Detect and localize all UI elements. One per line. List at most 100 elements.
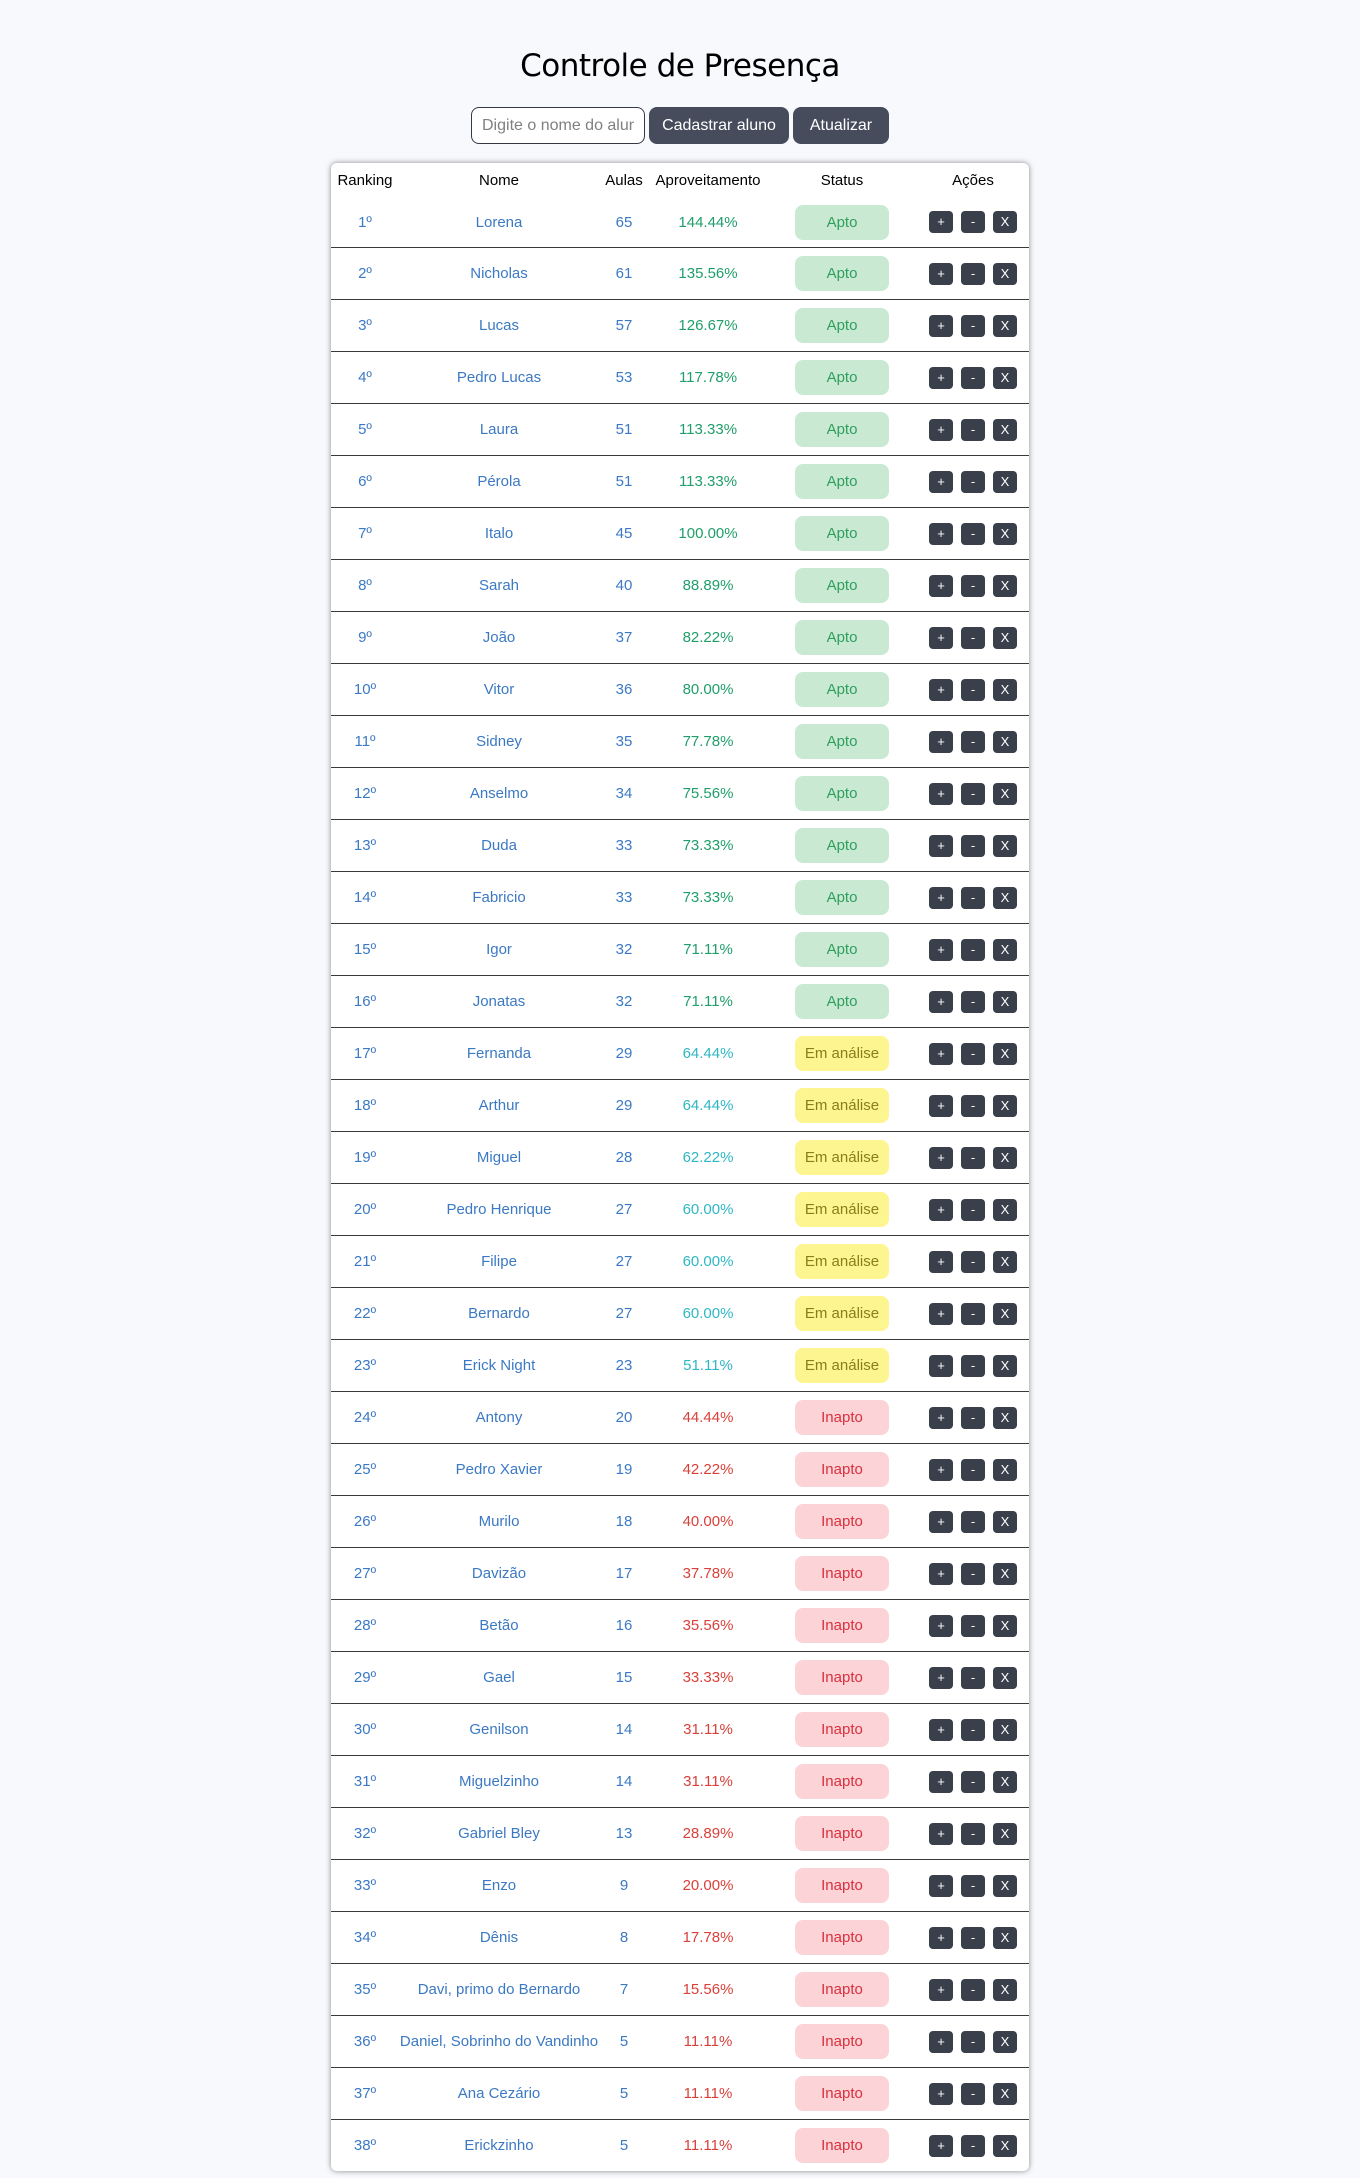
remove-class-button[interactable]: - (961, 730, 985, 753)
delete-student-button[interactable]: X (993, 1562, 1017, 1585)
remove-class-button[interactable]: - (961, 1874, 985, 1897)
remove-class-button[interactable]: - (961, 2030, 985, 2053)
remove-class-button[interactable]: - (961, 211, 985, 233)
delete-student-button[interactable]: X (993, 211, 1017, 233)
refresh-button[interactable]: Atualizar (793, 107, 889, 144)
remove-class-button[interactable]: - (961, 1458, 985, 1481)
delete-student-button[interactable]: X (993, 1302, 1017, 1325)
delete-student-button[interactable]: X (993, 938, 1017, 961)
remove-class-button[interactable]: - (961, 418, 985, 441)
delete-student-button[interactable]: X (993, 1874, 1017, 1897)
delete-student-button[interactable]: X (993, 522, 1017, 545)
remove-class-button[interactable]: - (961, 470, 985, 493)
add-class-button[interactable]: + (929, 782, 953, 805)
remove-class-button[interactable]: - (961, 1770, 985, 1793)
delete-student-button[interactable]: X (993, 782, 1017, 805)
add-class-button[interactable]: + (929, 1042, 953, 1065)
add-class-button[interactable]: + (929, 1926, 953, 1949)
add-class-button[interactable]: + (929, 938, 953, 961)
remove-class-button[interactable]: - (961, 1042, 985, 1065)
add-class-button[interactable]: + (929, 1094, 953, 1117)
remove-class-button[interactable]: - (961, 834, 985, 857)
delete-student-button[interactable]: X (993, 1510, 1017, 1533)
remove-class-button[interactable]: - (961, 1718, 985, 1741)
add-class-button[interactable]: + (929, 1770, 953, 1793)
add-class-button[interactable]: + (929, 1458, 953, 1481)
add-class-button[interactable]: + (929, 990, 953, 1013)
delete-student-button[interactable]: X (993, 2030, 1017, 2053)
delete-student-button[interactable]: X (993, 1354, 1017, 1377)
remove-class-button[interactable]: - (961, 574, 985, 597)
add-class-button[interactable]: + (929, 1562, 953, 1585)
delete-student-button[interactable]: X (993, 1614, 1017, 1637)
remove-class-button[interactable]: - (961, 2134, 985, 2157)
remove-class-button[interactable]: - (961, 1510, 985, 1533)
remove-class-button[interactable]: - (961, 2082, 985, 2105)
remove-class-button[interactable]: - (961, 886, 985, 909)
add-class-button[interactable]: + (929, 314, 953, 337)
add-class-button[interactable]: + (929, 2030, 953, 2053)
remove-class-button[interactable]: - (961, 1406, 985, 1429)
remove-class-button[interactable]: - (961, 626, 985, 649)
remove-class-button[interactable]: - (961, 1094, 985, 1117)
add-class-button[interactable]: + (929, 366, 953, 389)
add-class-button[interactable]: + (929, 886, 953, 909)
remove-class-button[interactable]: - (961, 314, 985, 337)
delete-student-button[interactable]: X (993, 626, 1017, 649)
delete-student-button[interactable]: X (993, 886, 1017, 909)
delete-student-button[interactable]: X (993, 1978, 1017, 2001)
delete-student-button[interactable]: X (993, 366, 1017, 389)
delete-student-button[interactable]: X (993, 1666, 1017, 1689)
add-class-button[interactable]: + (929, 574, 953, 597)
add-class-button[interactable]: + (929, 211, 953, 233)
add-class-button[interactable]: + (929, 262, 953, 285)
delete-student-button[interactable]: X (993, 730, 1017, 753)
remove-class-button[interactable]: - (961, 1250, 985, 1273)
delete-student-button[interactable]: X (993, 470, 1017, 493)
remove-class-button[interactable]: - (961, 678, 985, 701)
delete-student-button[interactable]: X (993, 574, 1017, 597)
add-class-button[interactable]: + (929, 1198, 953, 1221)
add-class-button[interactable]: + (929, 418, 953, 441)
add-class-button[interactable]: + (929, 1666, 953, 1689)
delete-student-button[interactable]: X (993, 1198, 1017, 1221)
add-class-button[interactable]: + (929, 2134, 953, 2157)
delete-student-button[interactable]: X (993, 1926, 1017, 1949)
add-class-button[interactable]: + (929, 1406, 953, 1429)
add-class-button[interactable]: + (929, 834, 953, 857)
delete-student-button[interactable]: X (993, 1458, 1017, 1481)
remove-class-button[interactable]: - (961, 938, 985, 961)
add-class-button[interactable]: + (929, 1146, 953, 1169)
student-name-input[interactable] (471, 107, 645, 144)
register-student-button[interactable]: Cadastrar aluno (649, 107, 789, 144)
delete-student-button[interactable]: X (993, 1250, 1017, 1273)
delete-student-button[interactable]: X (993, 834, 1017, 857)
add-class-button[interactable]: + (929, 2082, 953, 2105)
delete-student-button[interactable]: X (993, 1042, 1017, 1065)
remove-class-button[interactable]: - (961, 366, 985, 389)
remove-class-button[interactable]: - (961, 782, 985, 805)
delete-student-button[interactable]: X (993, 1146, 1017, 1169)
delete-student-button[interactable]: X (993, 1770, 1017, 1793)
remove-class-button[interactable]: - (961, 1146, 985, 1169)
remove-class-button[interactable]: - (961, 522, 985, 545)
remove-class-button[interactable]: - (961, 1302, 985, 1325)
delete-student-button[interactable]: X (993, 314, 1017, 337)
add-class-button[interactable]: + (929, 678, 953, 701)
remove-class-button[interactable]: - (961, 1562, 985, 1585)
delete-student-button[interactable]: X (993, 1718, 1017, 1741)
remove-class-button[interactable]: - (961, 1822, 985, 1845)
remove-class-button[interactable]: - (961, 1198, 985, 1221)
delete-student-button[interactable]: X (993, 1094, 1017, 1117)
add-class-button[interactable]: + (929, 1354, 953, 1377)
add-class-button[interactable]: + (929, 1510, 953, 1533)
remove-class-button[interactable]: - (961, 1666, 985, 1689)
delete-student-button[interactable]: X (993, 2082, 1017, 2105)
delete-student-button[interactable]: X (993, 678, 1017, 701)
delete-student-button[interactable]: X (993, 262, 1017, 285)
add-class-button[interactable]: + (929, 730, 953, 753)
add-class-button[interactable]: + (929, 522, 953, 545)
add-class-button[interactable]: + (929, 1874, 953, 1897)
remove-class-button[interactable]: - (961, 1354, 985, 1377)
delete-student-button[interactable]: X (993, 990, 1017, 1013)
